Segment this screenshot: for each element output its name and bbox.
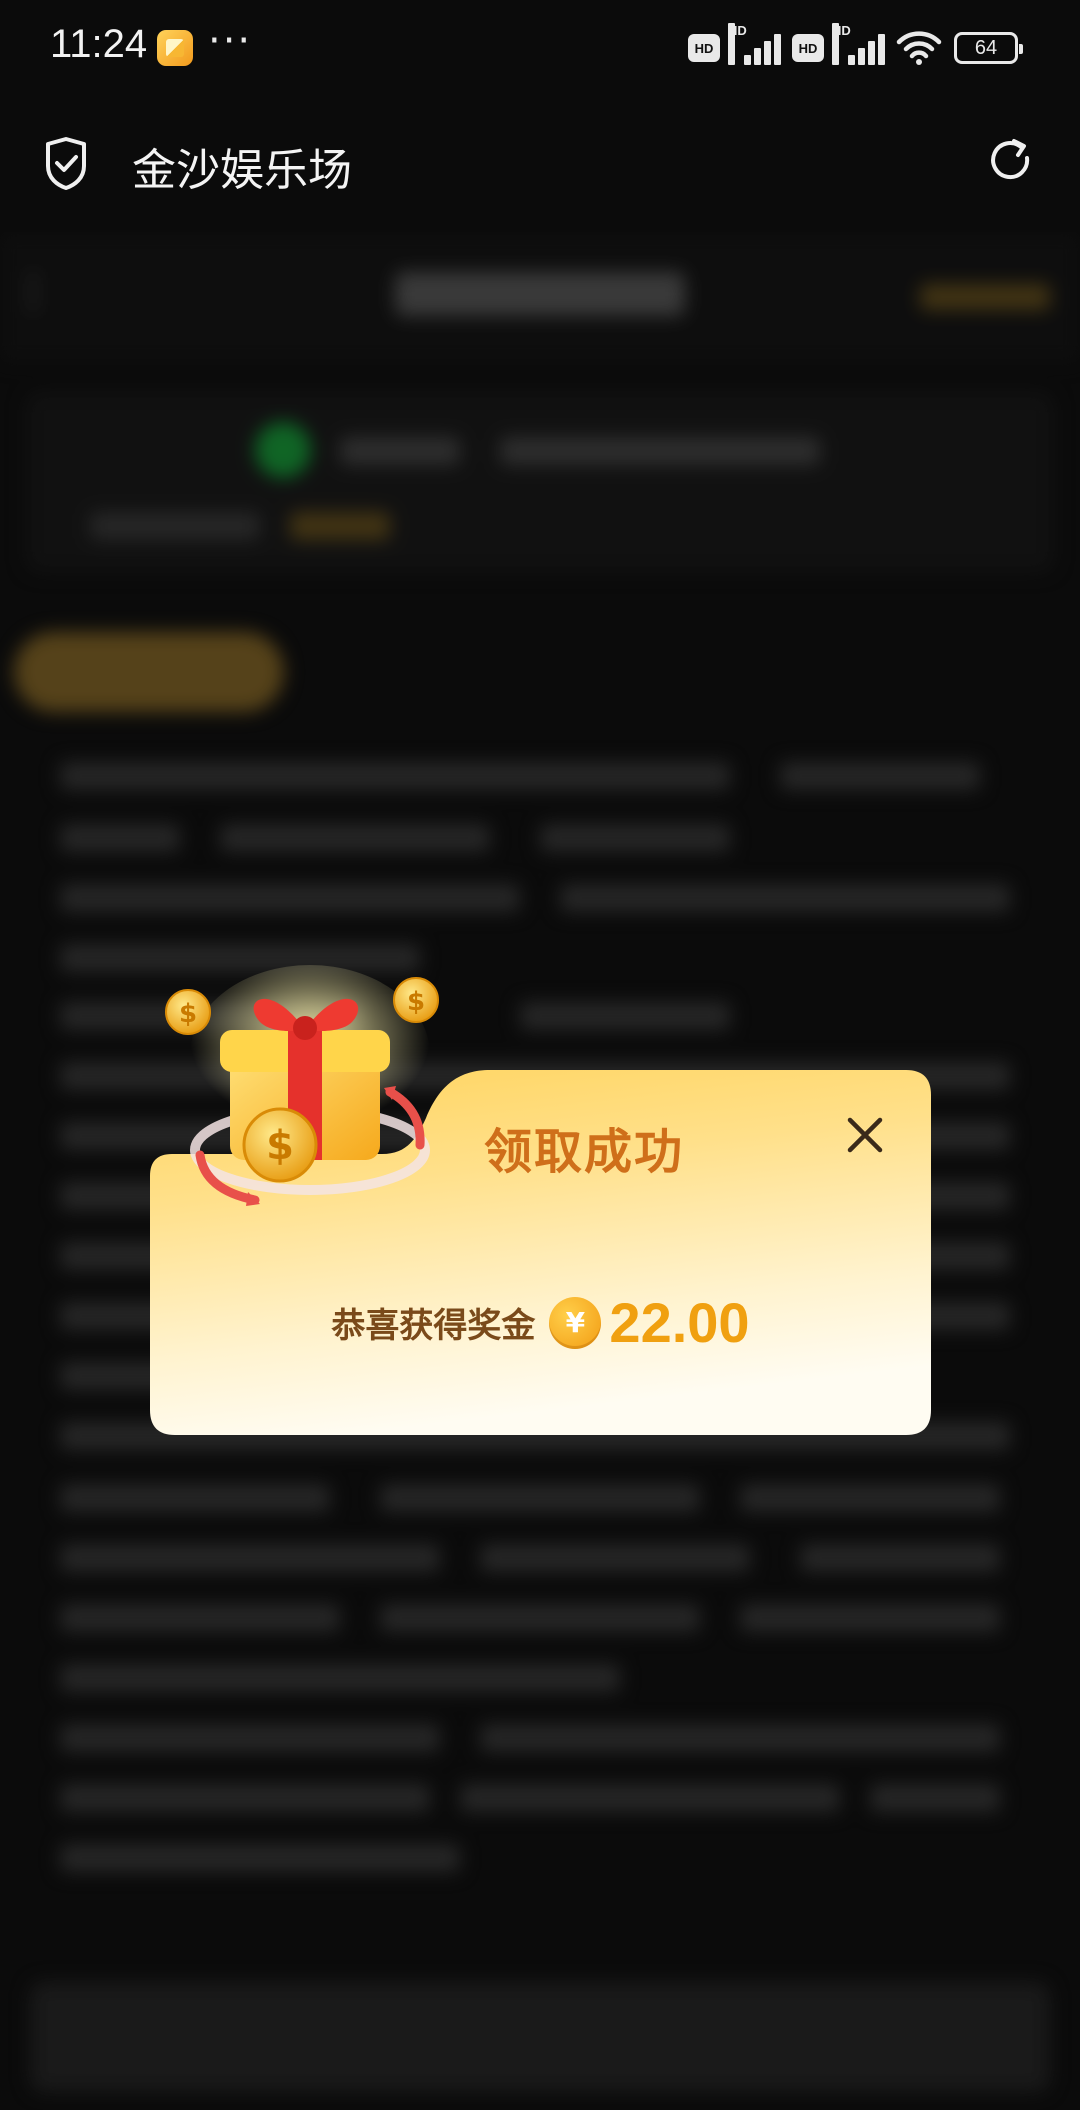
status-bar: 11:24 ··· HD HD HD HD 64: [0, 0, 1080, 96]
refresh-icon[interactable]: [986, 136, 1036, 186]
page-title: 金沙娱乐场: [132, 145, 352, 196]
hd-badge-icon: HD: [688, 34, 720, 62]
hd-badge-icon: HD: [792, 34, 824, 62]
battery-icon: 64: [954, 32, 1023, 64]
svg-text:$: $: [179, 999, 197, 1029]
close-button[interactable]: [840, 1110, 890, 1160]
yuan-coin-icon: ¥: [549, 1296, 602, 1349]
app-header: 金沙娱乐场: [0, 96, 1080, 232]
shield-check-icon[interactable]: [42, 136, 90, 190]
reward-amount: 22.00: [609, 1291, 750, 1354]
status-indicators: HD HD HD HD 64: [688, 23, 1023, 68]
cell-signal-icon: HD: [728, 23, 781, 65]
notification-app-icon: [157, 30, 193, 66]
gift-box-icon: $ $ $: [165, 965, 439, 1206]
svg-text:$: $: [266, 1123, 294, 1169]
status-time: 11:24: [50, 22, 148, 66]
reward-row: 恭喜获得奖金 ¥ 22.00: [150, 1290, 931, 1355]
reward-label: 恭喜获得奖金: [331, 1306, 536, 1346]
svg-text:$: $: [407, 987, 425, 1017]
dialog-title: 领取成功: [484, 1124, 685, 1180]
cell-signal-icon: HD: [832, 23, 885, 65]
battery-level: 64: [974, 36, 998, 59]
more-notifications-icon: ···: [208, 18, 253, 64]
wifi-icon: [896, 31, 942, 65]
